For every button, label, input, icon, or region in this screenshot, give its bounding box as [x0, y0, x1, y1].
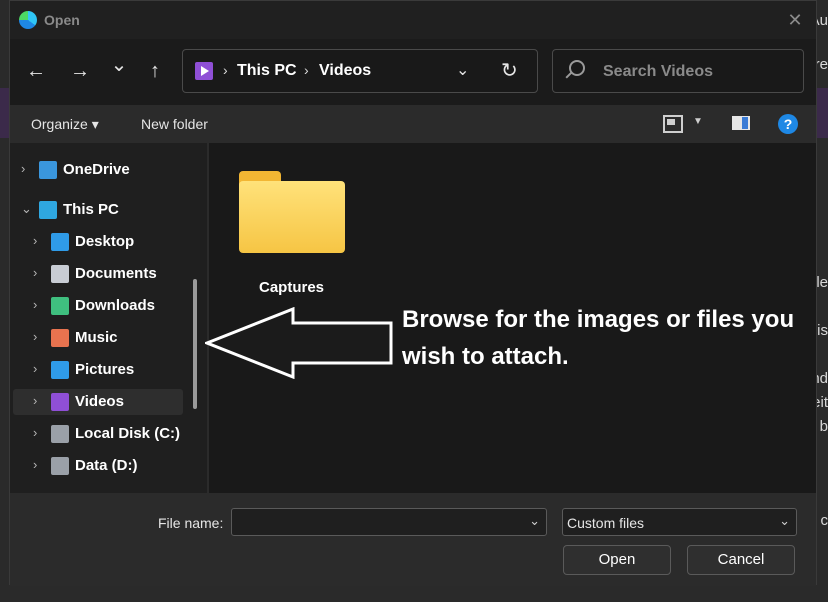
file-list: Captures Browse for the images or files … — [205, 143, 816, 493]
new-folder-button[interactable]: New folder — [141, 116, 208, 132]
pictures-icon — [51, 361, 69, 379]
sidebar-item-label: OneDrive — [63, 161, 130, 178]
disk-icon — [51, 425, 69, 443]
sidebar-item-onedrive[interactable]: › OneDrive — [13, 157, 183, 183]
file-type-select[interactable]: Custom files ⌄ — [562, 508, 797, 536]
sidebar-item-label: Music — [75, 329, 118, 346]
chevron-right-icon[interactable]: › — [33, 393, 37, 408]
sidebar-item-label: Local Disk (C:) — [75, 425, 181, 442]
callout-arrow-icon — [205, 307, 393, 379]
sidebar-item-local-disk-c[interactable]: › Local Disk (C:) — [13, 421, 183, 447]
view-options-icon[interactable] — [663, 115, 683, 133]
navigation-pane: › OneDrive ⌄ This PC › Desktop › Documents › Down… — [10, 143, 208, 493]
chevron-right-icon[interactable]: › — [33, 297, 37, 312]
folder-captures[interactable]: Captures — [239, 171, 349, 301]
chevron-right-icon[interactable]: › — [33, 361, 37, 376]
edge-icon — [19, 11, 37, 29]
folder-label: Captures — [259, 279, 325, 296]
videos-icon — [51, 393, 69, 411]
address-bar[interactable]: › This PC › Videos ⌄ ↻ — [182, 49, 538, 93]
sidebar-item-documents[interactable]: › Documents — [13, 261, 183, 287]
organize-button[interactable]: Organize ▾ — [31, 116, 99, 133]
cloud-icon — [39, 161, 57, 179]
monitor-icon — [39, 201, 57, 219]
download-icon — [51, 297, 69, 315]
title-bar: Open ✕ — [10, 1, 816, 39]
chevron-right-icon[interactable]: › — [33, 265, 37, 280]
chevron-right-icon[interactable]: › — [21, 161, 25, 176]
sidebar-item-pictures[interactable]: › Pictures — [13, 357, 183, 383]
close-icon[interactable]: ✕ — [782, 7, 808, 33]
search-icon — [569, 60, 585, 76]
sidebar-item-desktop[interactable]: › Desktop — [13, 229, 183, 255]
desktop-icon — [51, 233, 69, 251]
back-arrow-icon[interactable]: ← — [22, 57, 50, 85]
videos-icon — [195, 62, 213, 80]
dialog-title: Open — [44, 12, 80, 28]
dialog-footer: File name: ⌄ Custom files ⌄ Open Cancel — [10, 493, 816, 586]
help-icon[interactable]: ? — [778, 114, 798, 134]
chevron-right-icon[interactable]: › — [33, 425, 37, 440]
sidebar-item-label: Videos — [75, 393, 124, 410]
breadcrumb-videos[interactable]: Videos — [319, 62, 371, 80]
search-input[interactable] — [601, 58, 795, 86]
sidebar-item-label: Pictures — [75, 361, 135, 378]
sidebar-item-label: Data (D:) — [75, 457, 138, 474]
sidebar-item-this-pc[interactable]: ⌄ This PC — [13, 197, 183, 223]
background-text: b — [819, 418, 828, 435]
breadcrumb-separator-icon: › — [304, 62, 309, 78]
sidebar-item-downloads[interactable]: › Downloads — [13, 293, 183, 319]
sidebar-item-data-d[interactable]: › Data (D:) — [13, 453, 183, 479]
sidebar-item-label: Documents — [75, 265, 157, 282]
breadcrumb-separator-icon: › — [223, 62, 228, 78]
music-icon — [51, 329, 69, 347]
file-type-value: Custom files — [567, 515, 645, 531]
forward-arrow-icon[interactable]: → — [66, 57, 94, 85]
open-button[interactable]: Open — [563, 545, 671, 575]
navigation-pane-scrollbar[interactable] — [193, 279, 197, 409]
address-dropdown-icon[interactable]: ⌄ — [456, 60, 469, 80]
refresh-icon[interactable]: ↻ — [501, 58, 518, 83]
document-icon — [51, 265, 69, 283]
view-dropdown-icon[interactable]: ▼ — [693, 116, 703, 127]
chevron-down-icon[interactable]: ⌄ — [529, 513, 540, 529]
sidebar-item-label: This PC — [63, 201, 119, 218]
callout-text: Browse for the images or files you wish … — [402, 306, 795, 370]
sidebar-item-music[interactable]: › Music — [13, 325, 183, 351]
background-text: is — [817, 322, 828, 339]
drive-icon — [51, 457, 69, 475]
sidebar-item-videos[interactable]: › Videos — [13, 389, 183, 415]
preview-pane-icon[interactable] — [732, 116, 750, 130]
chevron-right-icon[interactable]: › — [33, 233, 37, 248]
sidebar-item-label: Desktop — [75, 233, 135, 250]
navigation-bar: ← → ⌄ ↑ › This PC › Videos ⌄ ↻ — [10, 39, 816, 105]
chevron-down-icon[interactable]: ⌄ — [21, 201, 32, 217]
command-bar: Organize ▾ New folder ▼ ? — [10, 105, 816, 143]
cancel-button[interactable]: Cancel — [687, 545, 795, 575]
breadcrumb-this-pc[interactable]: This PC — [237, 62, 297, 80]
search-box — [552, 49, 804, 93]
chevron-right-icon[interactable]: › — [33, 457, 37, 472]
open-file-dialog: Open ✕ ← → ⌄ ↑ › This PC › Videos ⌄ ↻ Or… — [9, 0, 817, 586]
sidebar-item-label: Downloads — [75, 297, 156, 314]
up-arrow-icon[interactable]: ↑ — [141, 57, 169, 85]
file-name-label: File name: — [158, 515, 224, 531]
folder-icon — [239, 181, 345, 253]
chevron-right-icon[interactable]: › — [33, 329, 37, 344]
file-name-field[interactable]: ⌄ — [231, 508, 547, 536]
recent-locations-chevron-icon[interactable]: ⌄ — [105, 51, 133, 79]
chevron-down-icon[interactable]: ⌄ — [779, 513, 790, 529]
